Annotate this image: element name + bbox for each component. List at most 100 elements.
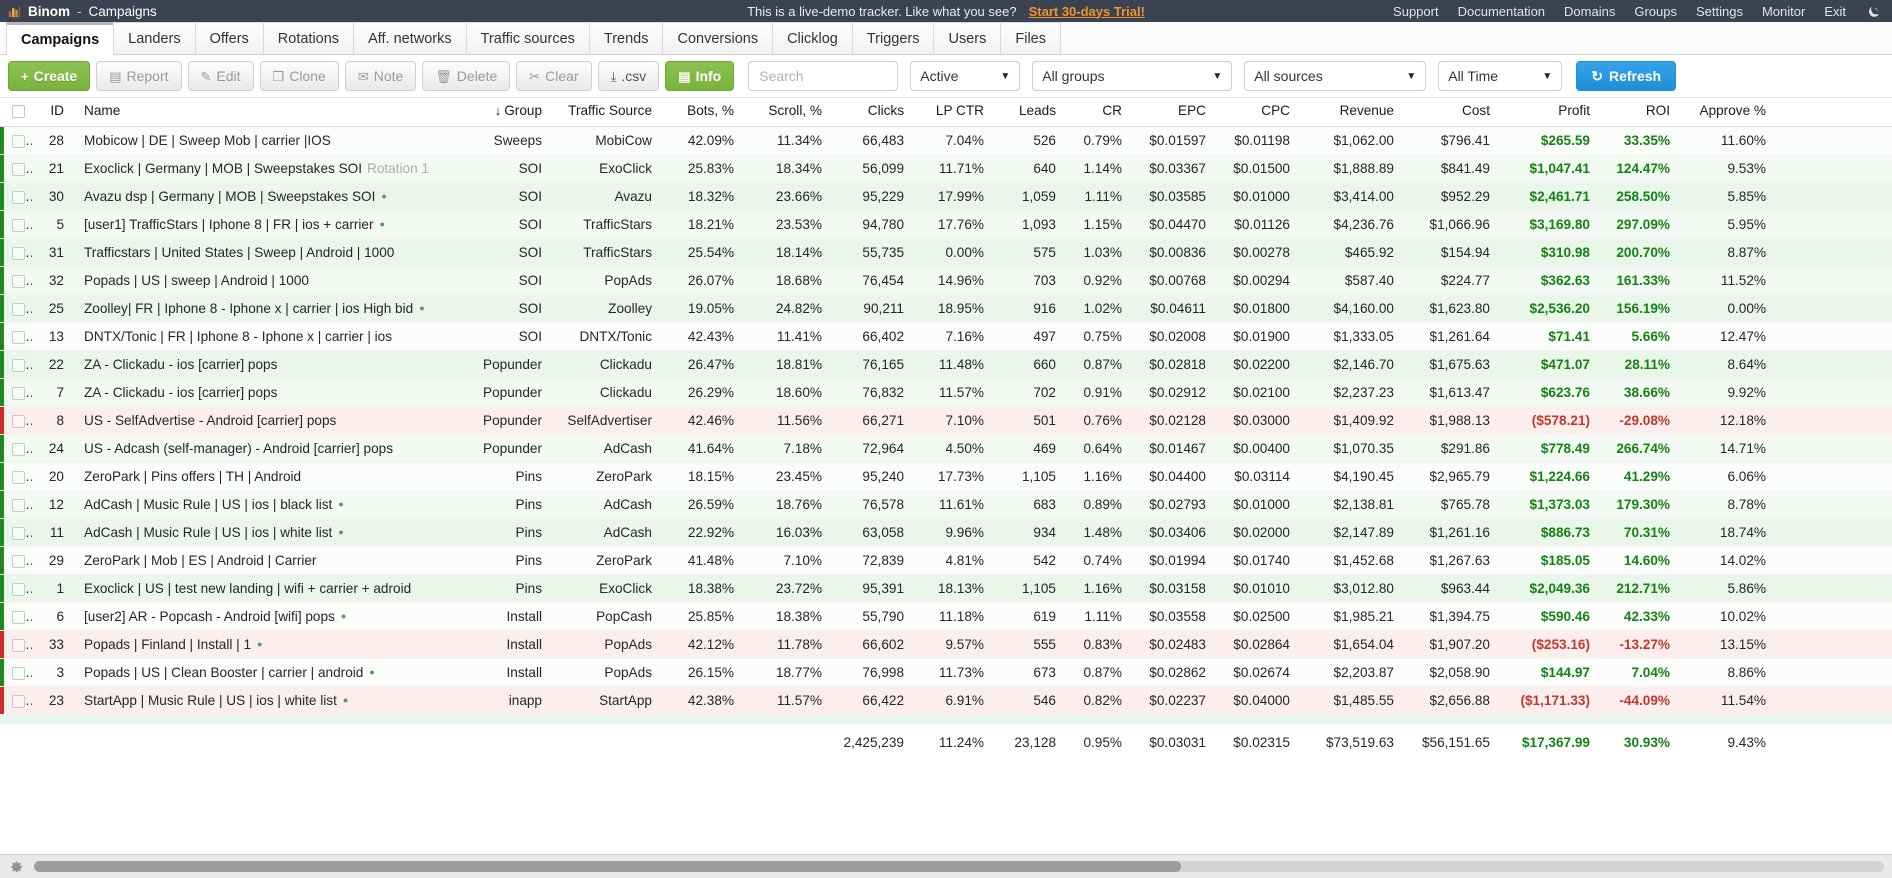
header-select-all[interactable] <box>0 98 32 127</box>
horizontal-scrollbar[interactable] <box>34 861 1884 872</box>
table-row[interactable]: 8 US - SelfAdvertise - Android [carrier] … <box>0 406 1892 435</box>
table-row[interactable]: 11 AdCash | Music Rule | US | ios | white… <box>0 518 1892 547</box>
tab-rotations[interactable]: Rotations <box>262 22 354 54</box>
header-cr[interactable]: CR <box>1066 98 1132 127</box>
row-checkbox[interactable] <box>12 666 25 680</box>
status-filter-select[interactable]: Active ▼ <box>910 61 1021 91</box>
tab-offers[interactable]: Offers <box>194 22 263 54</box>
row-select-cell[interactable] <box>0 182 32 211</box>
header-id[interactable]: ID <box>32 98 74 127</box>
nav-settings[interactable]: Settings <box>1696 4 1743 19</box>
row-checkbox[interactable] <box>12 302 25 316</box>
header-approve[interactable]: Approve % <box>1680 98 1780 127</box>
header-leads[interactable]: Leads <box>994 98 1066 127</box>
row-select-cell[interactable] <box>0 126 32 155</box>
row-checkbox[interactable] <box>12 414 25 428</box>
row-checkbox[interactable] <box>12 526 25 540</box>
csv-export-button[interactable]: ⤓ .csv <box>597 61 660 91</box>
row-name[interactable]: Exoclick | Germany | MOB | Sweepstakes S… <box>74 154 456 183</box>
nav-groups[interactable]: Groups <box>1634 4 1677 19</box>
groups-filter-select[interactable]: All groups ▼ <box>1032 61 1233 91</box>
nav-exit[interactable]: Exit <box>1824 4 1846 19</box>
row-select-cell[interactable] <box>0 546 32 575</box>
row-checkbox[interactable] <box>12 218 25 232</box>
nav-documentation[interactable]: Documentation <box>1458 4 1545 19</box>
report-button[interactable]: ▤ Report <box>96 61 182 91</box>
table-row[interactable]: 24 US - Adcash (self-manager) - Android [… <box>0 434 1892 463</box>
tab-trends[interactable]: Trends <box>588 22 663 54</box>
row-select-cell[interactable] <box>0 378 32 407</box>
row-name[interactable]: StartApp | Music Rule | US | ios | white… <box>74 686 456 715</box>
row-select-cell[interactable] <box>0 630 32 659</box>
row-checkbox[interactable] <box>12 470 25 484</box>
row-select-cell[interactable] <box>0 294 32 323</box>
header-scroll[interactable]: Scroll, % <box>744 98 832 127</box>
header-name[interactable]: Name <box>74 98 456 127</box>
row-checkbox[interactable] <box>12 610 25 624</box>
refresh-button[interactable]: ↻ Refresh <box>1576 61 1677 91</box>
row-select-cell[interactable] <box>0 518 32 547</box>
create-button[interactable]: + Create <box>8 61 91 91</box>
row-name[interactable]: Mobicow | DE | Sweep Mob | carrier |IOS <box>74 126 456 155</box>
tab-traffic-sources[interactable]: Traffic sources <box>465 22 589 54</box>
nav-domains[interactable]: Domains <box>1564 4 1615 19</box>
row-checkbox[interactable] <box>12 582 25 596</box>
start-trial-link[interactable]: Start 30-days Trial! <box>1029 4 1145 19</box>
row-select-cell[interactable] <box>0 434 32 463</box>
row-select-cell[interactable] <box>0 238 32 267</box>
scrollbar-thumb[interactable] <box>34 861 1181 872</box>
sources-filter-select[interactable]: All sources ▼ <box>1244 61 1427 91</box>
table-row[interactable]: 6 [user2] AR - Popcash - Android [wifi] p… <box>0 602 1892 631</box>
time-filter-select[interactable]: All Time ▼ <box>1438 61 1563 91</box>
clear-button[interactable]: ✂ Clear <box>516 61 592 91</box>
row-select-cell[interactable] <box>0 602 32 631</box>
table-row[interactable]: 21 Exoclick | Germany | MOB | Sweepstakes… <box>0 154 1892 183</box>
header-epc[interactable]: EPC <box>1132 98 1216 127</box>
row-name[interactable]: ZeroPark | Pins offers | TH | Android <box>74 462 456 491</box>
header-profit[interactable]: Profit <box>1500 98 1600 127</box>
tab-triggers[interactable]: Triggers <box>851 22 934 54</box>
row-checkbox[interactable] <box>12 190 25 204</box>
row-select-cell[interactable] <box>0 658 32 687</box>
row-checkbox[interactable] <box>12 554 25 568</box>
row-checkbox[interactable] <box>12 246 25 260</box>
header-roi[interactable]: ROI <box>1600 98 1680 127</box>
table-row[interactable]: 33 Popads | Finland | Install | 1 ● Install… <box>0 630 1892 659</box>
row-select-cell[interactable] <box>0 406 32 435</box>
table-row[interactable]: 3 Popads | US | Clean Booster | carrier |… <box>0 658 1892 687</box>
header-traffic-source[interactable]: Traffic Source <box>552 98 662 127</box>
row-name[interactable]: Trafficstars | United States | Sweep | A… <box>74 238 456 267</box>
row-name[interactable]: AdCash | Music Rule | US | ios | black l… <box>74 490 456 519</box>
row-checkbox[interactable] <box>12 274 25 288</box>
edit-button[interactable]: ✎ Edit <box>187 61 254 91</box>
row-name[interactable]: Popads | Finland | Install | 1 ● <box>74 630 456 659</box>
header-lp-ctr[interactable]: LP CTR <box>914 98 994 127</box>
info-button[interactable]: ▤ Info <box>665 61 735 91</box>
note-button[interactable]: ✉ Note <box>344 61 417 91</box>
tab-aff-networks[interactable]: Aff. networks <box>353 22 466 54</box>
delete-button[interactable]: 🗑 Delete <box>422 61 511 91</box>
header-group[interactable]: ↓ Group <box>456 98 552 127</box>
header-bots[interactable]: Bots, % <box>662 98 744 127</box>
table-row[interactable]: 29 ZeroPark | Mob | ES | Android | Carrie… <box>0 546 1892 575</box>
row-select-cell[interactable] <box>0 686 32 715</box>
row-select-cell[interactable] <box>0 462 32 491</box>
row-name[interactable]: DNTX/Tonic | FR | Iphone 8 - Iphone x | … <box>74 322 456 351</box>
row-name[interactable]: ZeroPark | Mob | ES | Android | Carrier <box>74 546 456 575</box>
row-name[interactable]: Avazu dsp | Germany | MOB | Sweepstakes … <box>74 182 456 211</box>
table-row[interactable]: 12 AdCash | Music Rule | US | ios | black… <box>0 490 1892 519</box>
tab-campaigns[interactable]: Campaigns <box>6 22 114 55</box>
row-select-cell[interactable] <box>0 322 32 351</box>
row-name[interactable]: ZA - Clickadu - ios [carrier] pops <box>74 350 456 379</box>
row-name[interactable]: Zoolley| FR | Iphone 8 - Iphone x | carr… <box>74 294 456 323</box>
row-select-cell[interactable] <box>0 490 32 519</box>
row-select-cell[interactable] <box>0 210 32 239</box>
header-revenue[interactable]: Revenue <box>1300 98 1404 127</box>
tab-landers[interactable]: Landers <box>113 22 195 54</box>
nav-support[interactable]: Support <box>1393 4 1439 19</box>
header-cpc[interactable]: CPC <box>1216 98 1300 127</box>
clone-button[interactable]: ❐ Clone <box>259 61 339 91</box>
tab-files[interactable]: Files <box>1000 22 1061 54</box>
row-name[interactable]: ZA - Clickadu - ios [carrier] pops <box>74 378 456 407</box>
row-select-cell[interactable] <box>0 154 32 183</box>
